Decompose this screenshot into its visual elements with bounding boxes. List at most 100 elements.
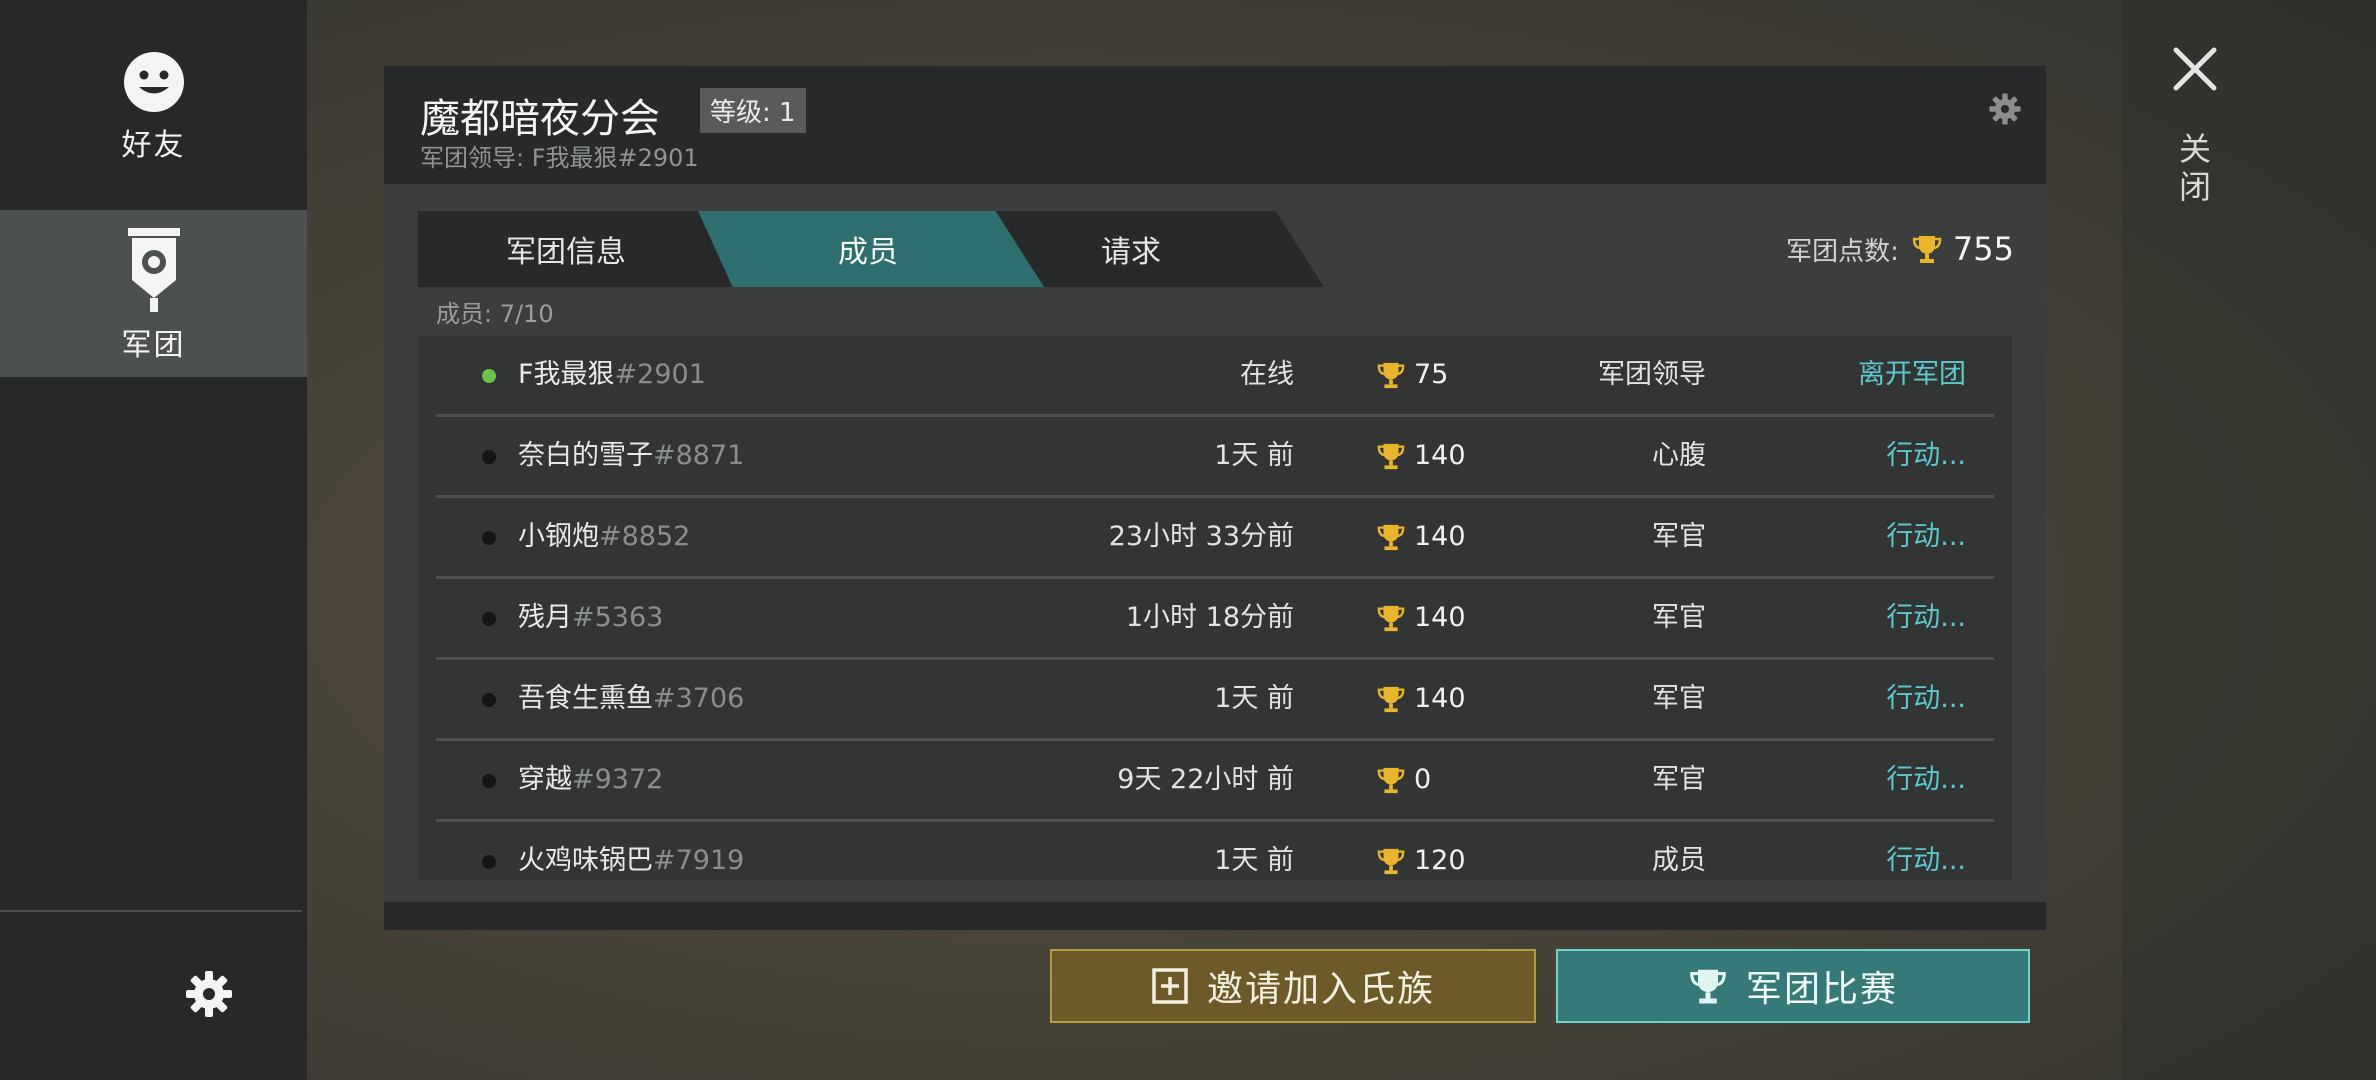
member-name-text: F我最狠 (518, 359, 615, 390)
member-trophies: 75 (1376, 336, 1448, 414)
legion-contest-button[interactable]: 军团比赛 (1556, 949, 2030, 1023)
legion-panel: 魔都暗夜分会 等级: 1 军团领导: F我最狠#2901 军团信息 请求 成员 … (384, 66, 2046, 930)
member-action-link[interactable]: 行动... (1886, 579, 1966, 657)
member-last-online: 1天 前 (1214, 440, 1294, 471)
member-name[interactable]: F我最狠#2901 (518, 336, 706, 414)
member-last-online: 在线 (1240, 359, 1294, 390)
member-last-online: 1小时 18分前 (1125, 602, 1294, 633)
legion-points-value: 755 (1952, 230, 2014, 268)
invite-to-clan-button[interactable]: 邀请加入氏族 (1050, 949, 1536, 1023)
leave-legion-link[interactable]: 离开军团 (1858, 336, 1966, 414)
member-list: 成员: 7/10 F我最狠#2901 在线 75 军团领导 离开军团 奈白的雪子#8871… (418, 292, 2012, 880)
member-action-link[interactable]: 行动... (1886, 417, 1966, 495)
status-dot (482, 774, 496, 788)
banner-shield-icon (127, 228, 180, 312)
trophy-icon (1377, 767, 1405, 794)
table-row: 火鸡味锅巴#7919 1天 前 120 成员 行动... (436, 822, 1994, 880)
member-role: 军官 (1652, 521, 1706, 552)
member-tag: #9372 (572, 764, 664, 795)
panel-header: 魔都暗夜分会 等级: 1 军团领导: F我最狠#2901 (384, 66, 2046, 184)
member-name-text: 残月 (518, 602, 572, 633)
member-tag: #8852 (599, 521, 691, 552)
member-tag: #7919 (653, 845, 745, 876)
legion-points: 军团点数: 755 (1786, 230, 2014, 268)
member-name[interactable]: 残月#5363 (518, 579, 663, 657)
member-trophy-count: 0 (1414, 764, 1432, 795)
member-tag: #8871 (653, 440, 745, 471)
member-role: 军官 (1652, 764, 1706, 795)
member-trophy-count: 75 (1414, 359, 1449, 390)
invite-button-label: 邀请加入氏族 (1206, 969, 1435, 1010)
status-dot (482, 612, 496, 626)
sidebar-item-friends-label: 好友 (121, 128, 186, 163)
member-action-link[interactable]: 行动... (1886, 660, 1966, 738)
member-last-online: 1天 前 (1214, 845, 1294, 876)
status-dot (482, 369, 496, 383)
trophy-icon (1377, 524, 1405, 551)
status-dot (482, 450, 496, 464)
trophy-icon (1377, 443, 1405, 470)
member-role: 心腹 (1652, 440, 1706, 471)
member-trophies: 120 (1376, 822, 1466, 880)
close-x-icon[interactable] (2170, 44, 2220, 94)
trophy-icon (1377, 605, 1405, 632)
sidebar: 好友 军团 (0, 0, 307, 1080)
member-trophies: 140 (1376, 417, 1466, 495)
member-name[interactable]: 穿越#9372 (518, 741, 663, 819)
member-trophy-count: 140 (1414, 440, 1466, 471)
member-name-text: 火鸡味锅巴 (518, 845, 653, 876)
status-dot (482, 855, 496, 869)
close-label[interactable]: 关闭 (2174, 132, 2216, 208)
member-name[interactable]: 吾食生熏鱼#3706 (518, 660, 744, 738)
level-badge: 等级: 1 (700, 88, 806, 133)
close-column (2122, 0, 2376, 1080)
panel-footer (384, 902, 2046, 930)
sidebar-item-legion-label: 军团 (121, 328, 186, 363)
table-row: 吾食生熏鱼#3706 1天 前 140 军官 行动... (436, 660, 1994, 741)
legion-leader-text: 军团领导: F我最狠#2901 (420, 144, 699, 172)
tab-requests-label: 请求 (1101, 235, 1161, 270)
member-last-online: 23小时 33分前 (1108, 521, 1294, 552)
member-tag: #2901 (614, 359, 706, 390)
member-action-link[interactable]: 行动... (1886, 822, 1966, 880)
member-action-link[interactable]: 行动... (1886, 741, 1966, 819)
member-trophy-count: 140 (1414, 683, 1466, 714)
member-role: 军官 (1652, 683, 1706, 714)
member-name[interactable]: 小钢炮#8852 (518, 498, 690, 576)
sidebar-item-friends[interactable]: 好友 (0, 50, 307, 180)
member-role: 军官 (1652, 602, 1706, 633)
member-last-online: 9天 22小时 前 (1117, 764, 1294, 795)
sidebar-item-legion[interactable]: 军团 (0, 210, 307, 377)
member-trophy-count: 120 (1414, 845, 1466, 876)
member-count: 成员: 7/10 (418, 292, 2012, 336)
member-name-text: 小钢炮 (518, 521, 599, 552)
trophy-icon (1690, 969, 1726, 1004)
table-row: 残月#5363 1小时 18分前 140 军官 行动... (436, 579, 1994, 660)
member-action-link[interactable]: 行动... (1886, 498, 1966, 576)
trophy-icon (1377, 362, 1405, 389)
member-tag: #5363 (572, 602, 664, 633)
member-name[interactable]: 奈白的雪子#8871 (518, 417, 744, 495)
table-row: F我最狠#2901 在线 75 军团领导 离开军团 (436, 336, 1994, 417)
member-tag: #3706 (653, 683, 745, 714)
member-name-text: 奈白的雪子 (518, 440, 653, 471)
tab-members-label: 成员 (838, 235, 898, 270)
member-last-online: 1天 前 (1214, 683, 1294, 714)
member-trophies: 0 (1376, 741, 1431, 819)
member-name-text: 吾食生熏鱼 (518, 683, 653, 714)
status-dot (482, 693, 496, 707)
member-trophy-count: 140 (1414, 602, 1466, 633)
gear-icon[interactable] (184, 965, 234, 1023)
member-name[interactable]: 火鸡味锅巴#7919 (518, 822, 744, 880)
tab-members[interactable]: 成员 (698, 211, 1044, 287)
member-name-text: 穿越 (518, 764, 572, 795)
member-trophies: 140 (1376, 579, 1466, 657)
member-trophies: 140 (1376, 660, 1466, 738)
plus-box-icon (1152, 968, 1188, 1004)
table-row: 穿越#9372 9天 22小时 前 0 军官 行动... (436, 741, 1994, 822)
member-trophies: 140 (1376, 498, 1466, 576)
smiley-face-icon (123, 52, 184, 112)
trophy-icon (1377, 686, 1405, 713)
gear-icon[interactable] (1988, 90, 2022, 128)
trophy-icon (1377, 848, 1405, 875)
